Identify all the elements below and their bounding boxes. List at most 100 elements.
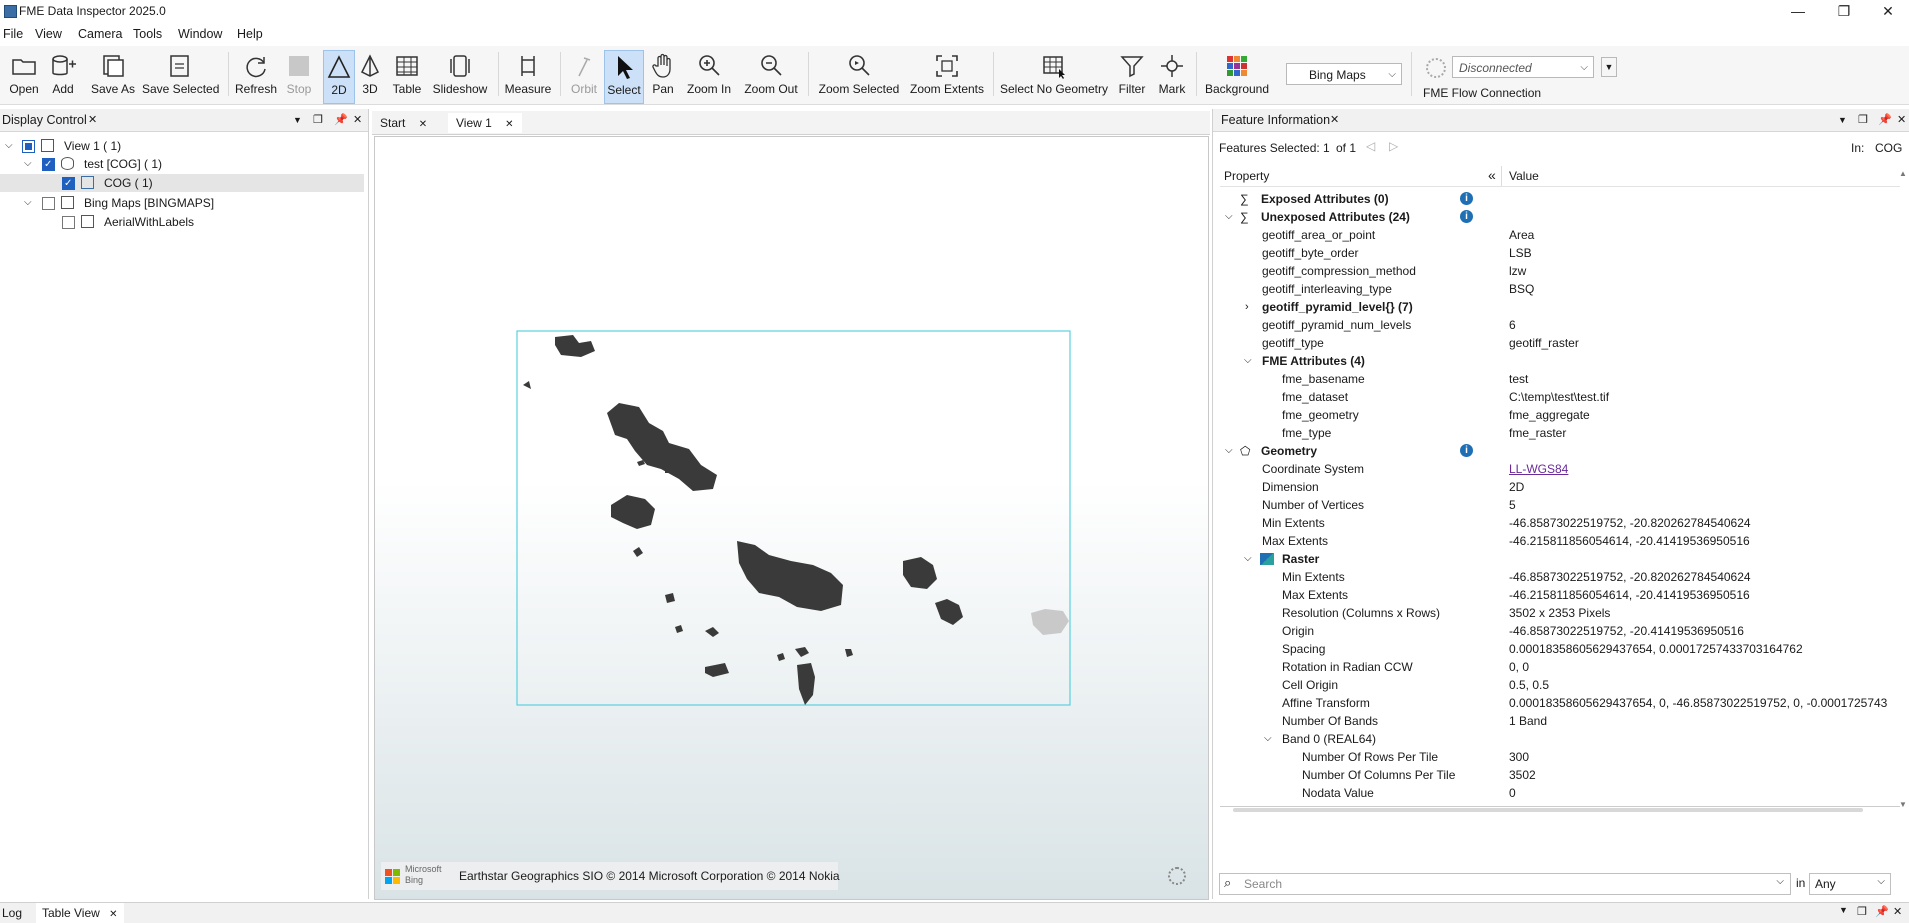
property-row[interactable]: geotiff_area_or_point Area	[1220, 226, 1888, 244]
tab-view1[interactable]: View 1 ✕	[448, 113, 522, 133]
info-icon[interactable]: i	[1460, 192, 1473, 205]
property-row[interactable]: geotiff_compression_method lzw	[1220, 262, 1888, 280]
property-row[interactable]: Min Extents -46.85873022519752, -20.82026…	[1220, 568, 1888, 586]
tree-item-view1[interactable]: ⌵ View 1 ( 1)	[0, 137, 364, 155]
tree-item-test-cog[interactable]: ⌵ test [COG] ( 1)	[0, 155, 364, 174]
close-button[interactable]: ✕	[1865, 0, 1909, 24]
property-row[interactable]: Number Of Columns Per Tile 3502	[1220, 766, 1888, 784]
property-row[interactable]: Number of Vertices 5	[1220, 496, 1888, 514]
select-no-geometry-button[interactable]: Select No Geometry	[999, 50, 1109, 102]
search-scope-dropdown[interactable]: Any ⌵	[1809, 873, 1891, 895]
pin-icon[interactable]: 📌	[1875, 905, 1889, 918]
zoom-selected-button[interactable]: Zoom Selected	[815, 50, 903, 102]
menu-help[interactable]: Help	[237, 27, 263, 41]
float-panel-icon[interactable]: ❐	[1857, 905, 1867, 918]
property-row[interactable]: Origin -46.85873022519752, -20.4141953695…	[1220, 622, 1888, 640]
coordinate-system-link[interactable]: LL-WGS84	[1509, 460, 1568, 478]
connection-menu-button[interactable]: ▼	[1601, 57, 1617, 77]
tab-start[interactable]: Start ✕	[380, 113, 427, 133]
property-row[interactable]: Min Extents -46.85873022519752, -20.82026…	[1220, 514, 1888, 532]
property-row[interactable]: ⌵ Band 0 (REAL64)	[1220, 730, 1888, 748]
map-canvas[interactable]: Microsoft Bing Earthstar Geographics SIO…	[374, 136, 1209, 900]
stop-button[interactable]: Stop	[282, 50, 316, 102]
pan-button[interactable]: Pan	[647, 50, 679, 102]
pin-icon[interactable]: 📌	[334, 109, 348, 131]
horizontal-scrollbar[interactable]	[1233, 808, 1863, 812]
property-row[interactable]: Number Of Rows Per Tile 300	[1220, 748, 1888, 766]
chevron-right-icon[interactable]: ›	[1245, 298, 1249, 316]
refresh-button[interactable]: Refresh	[233, 50, 279, 102]
property-row[interactable]: geotiff_type geotiff_raster	[1220, 334, 1888, 352]
property-row[interactable]: Cell Origin 0.5, 0.5	[1220, 676, 1888, 694]
save-selected-button[interactable]: Save Selected	[142, 50, 219, 102]
fme-flow-connection-dropdown[interactable]: Disconnected ⌵	[1452, 56, 1594, 78]
property-row[interactable]: Nodata Value 0	[1220, 784, 1888, 802]
tree-item-bing-maps[interactable]: ⌵ Bing Maps [BINGMAPS]	[0, 194, 364, 212]
chevron-down-icon[interactable]: ⌵	[1776, 876, 1784, 887]
table-button[interactable]: Table	[390, 50, 424, 102]
close-icon[interactable]: ✕	[1330, 109, 1339, 131]
restore-button[interactable]: ❐	[1821, 0, 1867, 24]
open-button[interactable]: Open	[4, 50, 44, 102]
search-input[interactable]: Search	[1244, 877, 1282, 891]
close-panel-icon[interactable]: ✕	[1897, 109, 1906, 131]
chevron-down-icon[interactable]: ⌵	[24, 194, 32, 212]
close-icon[interactable]: ✕	[88, 109, 97, 131]
save-as-button[interactable]: Save As	[90, 50, 136, 102]
filter-button[interactable]: Filter	[1116, 50, 1148, 102]
close-panel-icon[interactable]: ✕	[353, 109, 362, 131]
collapse-columns-icon[interactable]: «	[1488, 167, 1496, 183]
property-row[interactable]: geotiff_pyramid_num_levels 6	[1220, 316, 1888, 334]
orbit-button[interactable]: Orbit	[566, 50, 602, 102]
menu-view[interactable]: View	[35, 27, 62, 41]
property-row[interactable]: Spacing 0.00018358605629437654, 0.0001725…	[1220, 640, 1888, 658]
menu-window[interactable]: Window	[178, 27, 222, 41]
close-icon[interactable]: ✕	[109, 909, 117, 920]
basemap-dropdown[interactable]: Bing Maps ⌵	[1286, 63, 1402, 85]
property-row[interactable]: Coordinate System LL-WGS84	[1220, 460, 1888, 478]
property-row[interactable]: Number Of Bands 1 Band	[1220, 712, 1888, 730]
bing-maps-checkbox[interactable]	[42, 197, 55, 210]
property-row[interactable]: fme_geometry fme_aggregate	[1220, 406, 1888, 424]
tree-item-aerial[interactable]: AerialWithLabels	[0, 213, 364, 231]
info-icon[interactable]: i	[1460, 210, 1473, 223]
property-row[interactable]: Dimension 2D	[1220, 478, 1888, 496]
zoom-extents-button[interactable]: Zoom Extents	[907, 50, 987, 102]
view-2d-button[interactable]: 2D	[323, 50, 355, 104]
zoom-out-button[interactable]: Zoom Out	[740, 50, 802, 102]
view1-checkbox[interactable]	[22, 140, 35, 153]
property-row[interactable]: ⌵ ⬠ Geometry i	[1220, 442, 1888, 460]
panel-menu-icon[interactable]: ▼	[1839, 905, 1848, 915]
mark-button[interactable]: Mark	[1155, 50, 1189, 102]
aerial-checkbox[interactable]	[62, 216, 75, 229]
view-3d-button[interactable]: 3D	[356, 50, 384, 102]
pin-icon[interactable]: 📌	[1878, 109, 1892, 131]
background-button[interactable]: Background	[1203, 50, 1271, 102]
tab-table-view[interactable]: Table View ✕	[36, 903, 124, 923]
search-box[interactable]: ⌕ Search ⌵	[1219, 873, 1791, 895]
panel-menu-icon[interactable]: ▼	[293, 109, 302, 131]
property-row[interactable]: Max Extents -46.215811856054614, -20.4141…	[1220, 586, 1888, 604]
property-row[interactable]: Rotation in Radian CCW 0, 0	[1220, 658, 1888, 676]
property-row[interactable]: Resolution (Columns x Rows) 3502 x 2353 P…	[1220, 604, 1888, 622]
minimize-button[interactable]: —	[1775, 0, 1821, 24]
property-row[interactable]: geotiff_interleaving_type BSQ	[1220, 280, 1888, 298]
measure-button[interactable]: Measure	[503, 50, 553, 102]
property-row[interactable]: ∑ Exposed Attributes (0) i	[1220, 190, 1888, 208]
chevron-down-icon[interactable]: ⌵	[24, 155, 32, 173]
select-button[interactable]: Select	[604, 50, 644, 104]
slideshow-button[interactable]: Slideshow	[430, 50, 490, 102]
menu-file[interactable]: File	[3, 27, 23, 41]
property-row[interactable]: fme_basename test	[1220, 370, 1888, 388]
property-row[interactable]: ⌵ ∑ Unexposed Attributes (24) i	[1220, 208, 1888, 226]
chevron-down-icon[interactable]: ⌵	[1244, 352, 1252, 370]
menu-camera[interactable]: Camera	[78, 27, 122, 41]
menu-tools[interactable]: Tools	[133, 27, 162, 41]
close-icon[interactable]: ✕	[419, 119, 427, 130]
close-icon[interactable]: ✕	[505, 119, 513, 130]
add-button[interactable]: Add	[46, 50, 80, 102]
float-panel-icon[interactable]: ❐	[313, 109, 323, 131]
chevron-down-icon[interactable]: ⌵	[1264, 730, 1272, 748]
property-row[interactable]: geotiff_byte_order LSB	[1220, 244, 1888, 262]
info-icon[interactable]: i	[1460, 444, 1473, 457]
